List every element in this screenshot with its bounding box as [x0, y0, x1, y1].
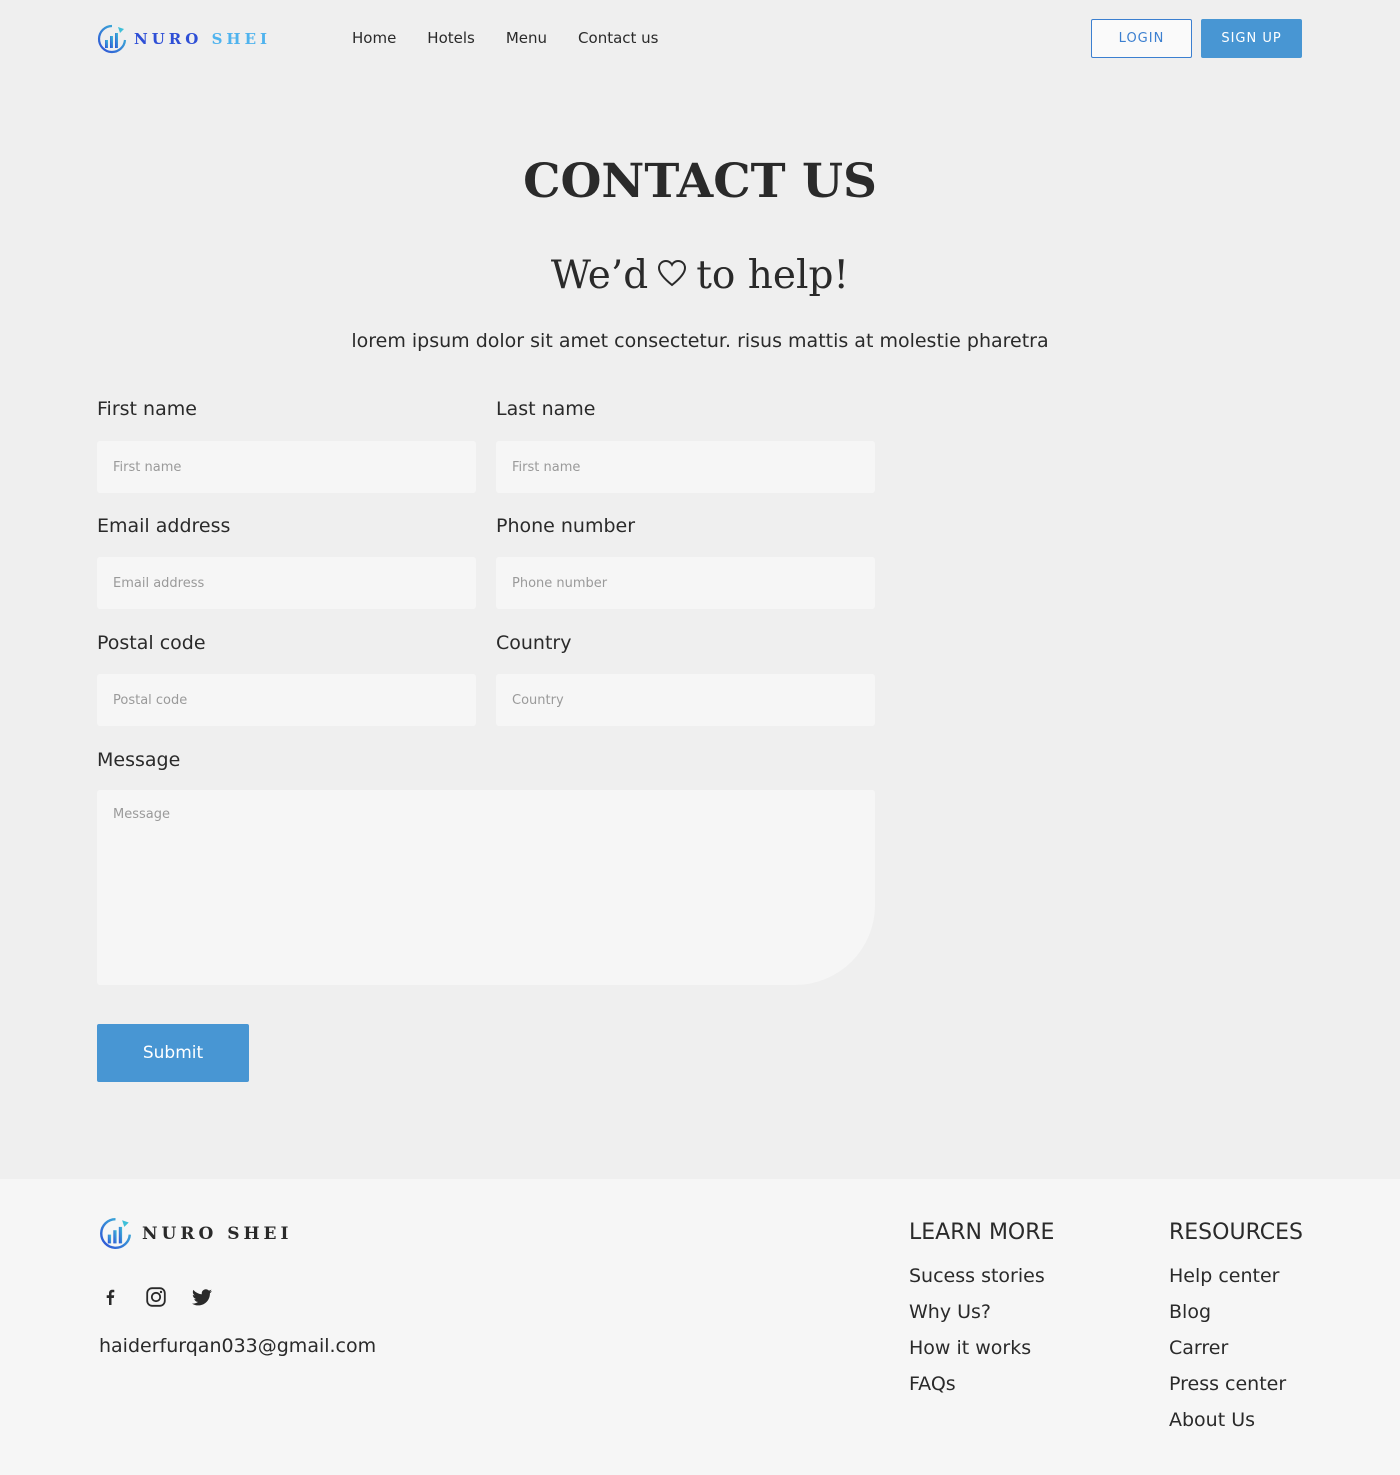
country-label: Country — [496, 632, 572, 654]
last-name-field[interactable] — [496, 441, 875, 493]
email-label: Email address — [97, 515, 231, 537]
brand-logo[interactable]: NURO SHEI — [97, 24, 271, 54]
footer-link-press-center[interactable]: Press center — [1169, 1373, 1303, 1395]
footer-link-help-center[interactable]: Help center — [1169, 1265, 1303, 1287]
first-name-field[interactable] — [97, 441, 476, 493]
learn-more-heading: LEARN MORE — [909, 1220, 1055, 1245]
learn-more-column: LEARN MORE Sucess stories Why Us? How it… — [909, 1220, 1054, 1409]
twitter-icon[interactable] — [191, 1286, 213, 1308]
page-subtitle: We’d to help! — [0, 253, 1400, 298]
resources-heading: RESOURCES — [1169, 1220, 1303, 1245]
brand-word-2: SHEI — [211, 30, 272, 48]
footer-logo-mark-icon — [99, 1217, 132, 1250]
login-button[interactable]: LOGIN — [1091, 19, 1192, 58]
main-nav: Home Hotels Menu Contact us — [352, 29, 690, 47]
phone-label: Phone number — [496, 515, 636, 537]
country-field[interactable] — [496, 674, 875, 726]
signup-button[interactable]: SIGN UP — [1201, 19, 1302, 58]
footer-link-why-us[interactable]: Why Us? — [909, 1301, 1054, 1323]
brand-word-1: NURO — [134, 30, 203, 48]
footer-link-blog[interactable]: Blog — [1169, 1301, 1303, 1323]
footer-link-how-it-works[interactable]: How it works — [909, 1337, 1054, 1359]
first-name-label: First name — [97, 398, 197, 420]
postal-code-label: Postal code — [97, 632, 206, 654]
footer-link-success-stories[interactable]: Sucess stories — [909, 1265, 1054, 1287]
phone-field[interactable] — [496, 557, 875, 609]
resources-column: RESOURCES Help center Blog Carrer Press … — [1169, 1220, 1303, 1445]
footer-link-about-us[interactable]: About Us — [1169, 1409, 1303, 1431]
nav-item-home[interactable]: Home — [352, 29, 396, 47]
subtitle-before: We’d — [550, 253, 649, 298]
footer-brand-name: NURO SHEI — [142, 1223, 293, 1244]
brand-name: NURO SHEI — [134, 30, 271, 48]
social-links — [99, 1286, 237, 1308]
nav-item-contact[interactable]: Contact us — [578, 29, 658, 47]
site-header: NURO SHEI Home Hotels Menu Contact us LO… — [0, 0, 1400, 80]
facebook-icon[interactable] — [99, 1286, 121, 1308]
footer-link-carrer[interactable]: Carrer — [1169, 1337, 1303, 1359]
page-title: CONTACT US — [523, 154, 877, 209]
subtitle-after: to help! — [696, 253, 850, 298]
postal-code-field[interactable] — [97, 674, 476, 726]
instagram-icon[interactable] — [145, 1286, 167, 1308]
nav-item-menu[interactable]: Menu — [506, 29, 547, 47]
footer-logo[interactable]: NURO SHEI — [99, 1217, 292, 1250]
heart-icon — [656, 253, 688, 298]
contact-email[interactable]: haiderfurqan033@gmail.com — [99, 1335, 376, 1357]
message-field[interactable] — [97, 790, 875, 985]
submit-button[interactable]: Submit — [97, 1024, 249, 1082]
nav-item-hotels[interactable]: Hotels — [427, 29, 475, 47]
logo-mark-icon — [97, 24, 127, 54]
site-footer: NURO SHEI haiderfurqan033@gmail.com LEAR… — [0, 1179, 1400, 1475]
footer-link-faqs[interactable]: FAQs — [909, 1373, 1054, 1395]
last-name-label: Last name — [496, 398, 596, 420]
lead-text: lorem ipsum dolor sit amet consectetur. … — [351, 330, 1049, 352]
email-field[interactable] — [97, 557, 476, 609]
message-label: Message — [97, 749, 181, 771]
